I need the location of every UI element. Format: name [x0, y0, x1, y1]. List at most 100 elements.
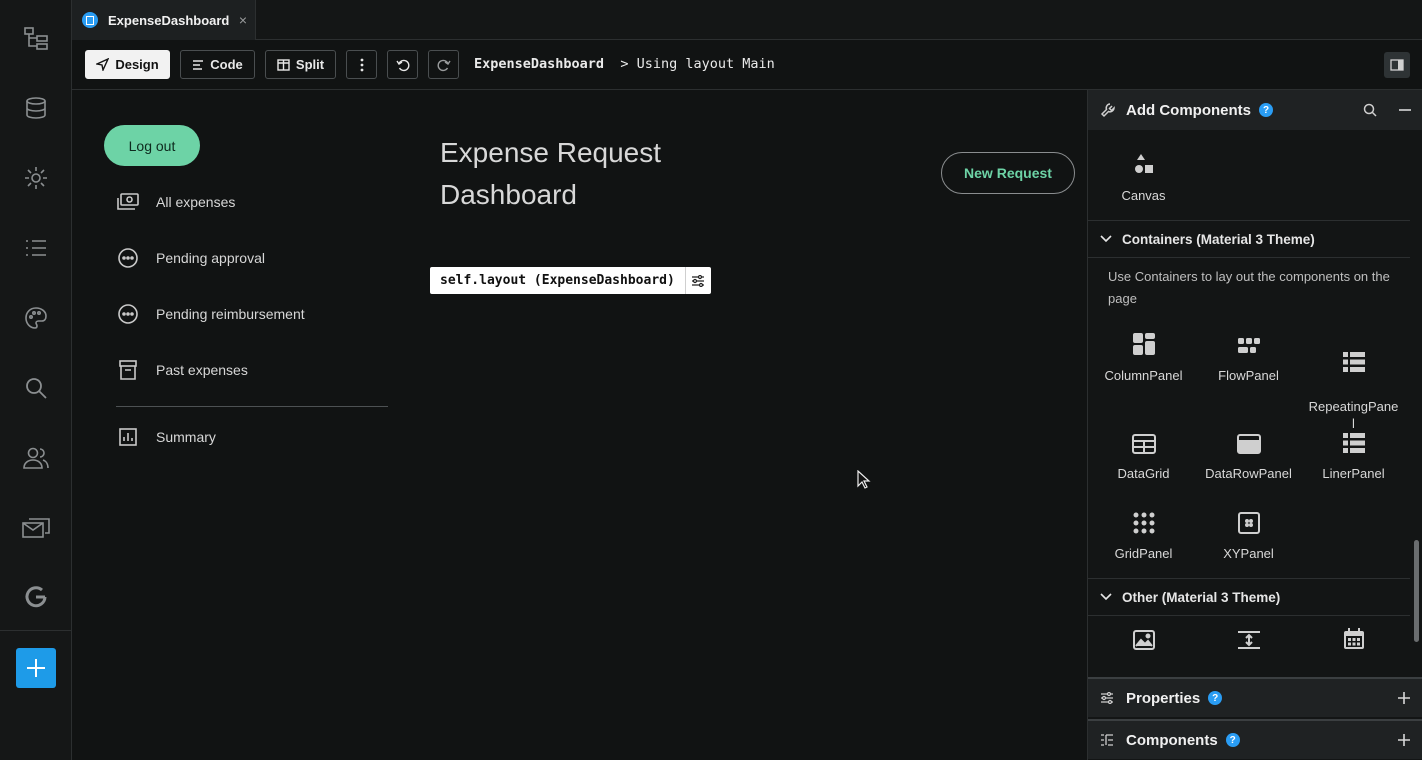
chevron-down-icon [1100, 235, 1112, 243]
layout-text: Using layout Main [636, 56, 775, 72]
help-icon[interactable]: ? [1225, 733, 1240, 747]
chart-icon [116, 425, 140, 449]
scrollbar[interactable] [1414, 540, 1419, 642]
flow-panel-icon [1196, 326, 1301, 356]
mouse-cursor-icon [857, 470, 871, 489]
calendar-icon [1301, 620, 1406, 650]
component-label: Canvas [1121, 188, 1166, 203]
nav-label: Pending reimbursement [156, 306, 305, 322]
users-icon[interactable] [20, 442, 52, 474]
app-tree-icon[interactable] [20, 22, 52, 54]
column-panel-icon [1091, 326, 1196, 356]
logout-button[interactable]: Log out [104, 125, 200, 166]
design-button[interactable]: Design [85, 50, 170, 79]
minimize-icon[interactable] [1399, 109, 1411, 111]
containers-description: Use Containers to lay out the components… [1108, 269, 1390, 306]
toolbar: Design Code Split ExpenseDashboard > Usi… [72, 40, 1422, 90]
data-grid-icon [1091, 424, 1196, 454]
help-icon[interactable]: ? [1208, 691, 1223, 705]
nav-item-pending-approval[interactable]: Pending approval [116, 243, 265, 273]
list-icon[interactable] [20, 232, 52, 264]
component-datepicker[interactable] [1301, 620, 1406, 662]
close-icon[interactable]: × [239, 12, 247, 28]
redo-button[interactable] [428, 50, 459, 79]
design-canvas[interactable]: Log out All expenses Pending approval Pe… [72, 90, 1088, 760]
xy-panel-icon [1196, 504, 1301, 534]
layout-tag-label: self.layout (ExpenseDashboard) [440, 273, 675, 288]
component-label: ColumnPanel [1104, 368, 1183, 383]
undo-button[interactable] [387, 50, 418, 79]
component-linerpanel[interactable]: LinerPanel [1301, 424, 1406, 481]
left-rail [0, 0, 72, 760]
send-icon [96, 58, 110, 71]
component-label: GridPanel [1114, 546, 1173, 561]
right-panel: Add Components ? Canvas Containers (Mate… [1087, 90, 1422, 760]
component-label: FlowPanel [1218, 368, 1279, 383]
google-icon[interactable] [20, 582, 52, 614]
component-canvas[interactable]: Canvas [1091, 146, 1196, 203]
repeating-panel-icon [1301, 343, 1406, 373]
undo-icon [395, 59, 409, 71]
properties-header[interactable]: Properties ? [1088, 677, 1422, 717]
component-datarowpanel[interactable]: DataRowPanel [1196, 424, 1301, 481]
containers-section-header[interactable]: Containers (Material 3 Theme) [1088, 220, 1410, 258]
money-icon [116, 190, 140, 214]
nav-divider [116, 406, 388, 407]
component-spacer[interactable] [1196, 620, 1301, 662]
split-view-icon [277, 58, 290, 71]
components-header[interactable]: Components ? [1088, 719, 1422, 759]
split-label: Split [295, 57, 325, 72]
more-options-button[interactable] [346, 50, 377, 79]
tab-bar: ExpenseDashboard × [72, 0, 1422, 40]
spacer-icon [1196, 620, 1301, 650]
help-icon[interactable]: ? [1259, 103, 1273, 117]
form-name: ExpenseDashboard [474, 56, 605, 72]
new-request-button[interactable]: New Request [941, 152, 1075, 194]
component-datagrid[interactable]: DataGrid [1091, 424, 1196, 481]
breadcrumb: ExpenseDashboard > Using layout Main [474, 56, 775, 72]
nav-label: All expenses [156, 194, 236, 210]
layout-tag[interactable]: self.layout (ExpenseDashboard) [430, 267, 711, 294]
code-label: Code [210, 57, 243, 72]
components-list[interactable]: Canvas Containers (Material 3 Theme) Use… [1088, 130, 1410, 674]
add-button[interactable] [16, 648, 56, 688]
other-section-header[interactable]: Other (Material 3 Theme) [1088, 578, 1410, 616]
properties-title: Properties [1126, 689, 1201, 707]
code-button[interactable]: Code [180, 50, 255, 79]
tab-expense-dashboard[interactable]: ExpenseDashboard × [72, 0, 256, 40]
sliders-icon[interactable] [684, 267, 711, 294]
nav-item-pending-reimbursement[interactable]: Pending reimbursement [116, 299, 305, 329]
expand-plus-icon[interactable] [1397, 691, 1411, 705]
redo-icon [437, 59, 451, 71]
database-icon[interactable] [20, 92, 52, 124]
components-title: Components [1126, 731, 1218, 749]
component-xypanel[interactable]: XYPanel [1196, 504, 1301, 561]
split-button[interactable]: Split [265, 50, 336, 79]
component-gridpanel[interactable]: GridPanel [1091, 504, 1196, 561]
liner-panel-icon [1301, 424, 1406, 454]
expand-plus-icon[interactable] [1397, 733, 1411, 747]
nav-label: Summary [156, 429, 216, 445]
nav-item-summary[interactable]: Summary [116, 422, 216, 452]
shapes-icon [1091, 146, 1196, 176]
component-columnpanel[interactable]: ColumnPanel [1091, 326, 1196, 383]
rail-divider [0, 630, 71, 631]
search-icon[interactable] [20, 372, 52, 404]
archive-icon [116, 358, 140, 382]
gear-icon[interactable] [20, 162, 52, 194]
add-components-header[interactable]: Add Components ? [1088, 90, 1422, 130]
palette-icon[interactable] [20, 302, 52, 334]
panel-toggle-button[interactable] [1384, 52, 1410, 78]
component-image[interactable] [1091, 620, 1196, 662]
form-icon [82, 12, 98, 28]
tree-list-icon [1101, 734, 1113, 746]
containers-title: Containers (Material 3 Theme) [1122, 231, 1315, 247]
nav-item-past-expenses[interactable]: Past expenses [116, 355, 248, 385]
search-icon[interactable] [1363, 103, 1377, 117]
other-title: Other (Material 3 Theme) [1122, 589, 1281, 605]
nav-item-all-expenses[interactable]: All expenses [116, 187, 235, 217]
email-icon[interactable] [20, 512, 52, 544]
sidebar-panel-icon [1390, 59, 1404, 71]
nav-label: Past expenses [156, 362, 248, 378]
component-flowpanel[interactable]: FlowPanel [1196, 326, 1301, 383]
